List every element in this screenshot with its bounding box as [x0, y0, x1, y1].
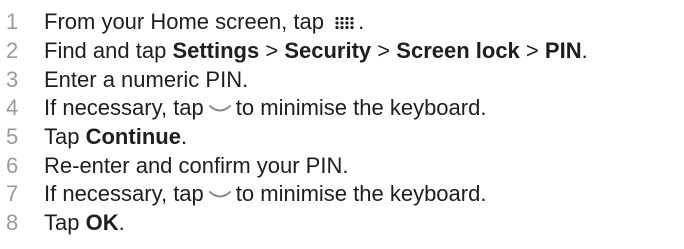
- keyword-pin: PIN: [544, 38, 582, 63]
- chevron-down-icon: [208, 191, 231, 198]
- step-number: 5: [6, 123, 19, 149]
- step-text: Find and tap Settings > Security > Scree…: [44, 38, 588, 63]
- step-number: 3: [6, 66, 19, 92]
- step-number: 8: [6, 209, 19, 235]
- step-number: 7: [6, 180, 19, 206]
- chevron-down-icon: [208, 105, 231, 112]
- step-number: 6: [6, 152, 19, 178]
- keyword-screen-lock: Screen lock: [396, 38, 520, 63]
- app-grid-icon: [335, 17, 354, 30]
- step-number: 4: [6, 94, 19, 120]
- step-number: 1: [6, 8, 19, 34]
- keyword-ok: OK: [85, 210, 119, 235]
- keyword-continue: Continue: [85, 124, 181, 149]
- step-text: Re-enter and confirm your PIN.: [44, 153, 349, 178]
- step-text: Enter a numeric PIN.: [44, 67, 249, 92]
- step-text: Tap Continue.: [44, 124, 188, 149]
- keyword-settings: Settings: [172, 38, 260, 63]
- step-text: If necessary, tap to minimise the keyboa…: [44, 95, 487, 120]
- step-number: 2: [6, 37, 19, 63]
- step-text: Tap OK.: [44, 210, 125, 235]
- step-text: From your Home screen, tap .: [44, 9, 365, 34]
- keyword-security: Security: [284, 38, 372, 63]
- step-text: If necessary, tap to minimise the keyboa…: [44, 181, 487, 206]
